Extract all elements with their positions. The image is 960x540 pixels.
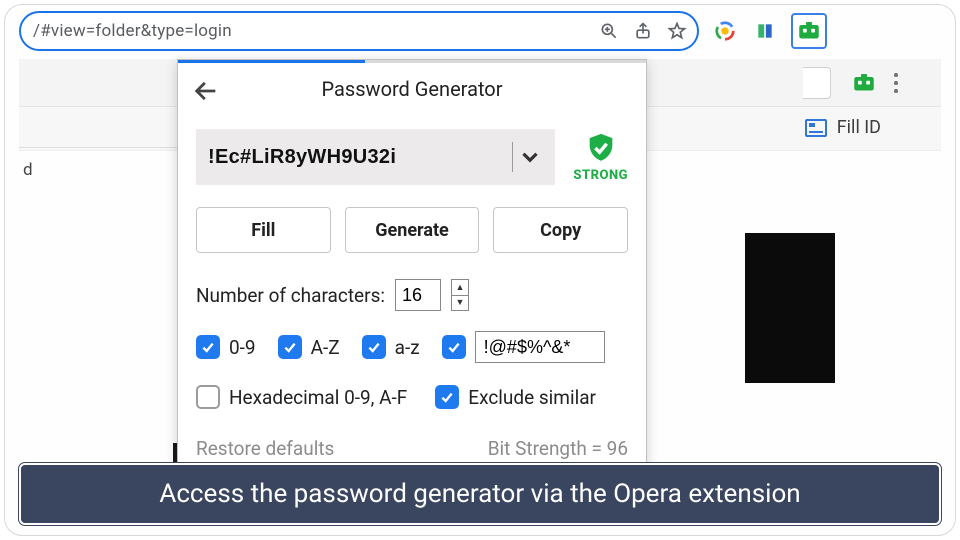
share-icon[interactable]: [633, 21, 653, 41]
left-column-fragment: d: [19, 147, 179, 171]
exclude-label: Exclude similar: [468, 386, 596, 409]
generated-password: !Ec#LiR8yWH9U32i: [208, 146, 504, 169]
hex-label: Hexadecimal 0-9, A-F: [229, 386, 407, 409]
generated-password-field[interactable]: !Ec#LiR8yWH9U32i: [196, 129, 555, 185]
more-menu-icon[interactable]: [885, 68, 907, 98]
checkbox-symbols[interactable]: [442, 335, 466, 359]
popup-title: Password Generator: [322, 77, 503, 101]
checkbox-upper[interactable]: [278, 335, 302, 359]
upper-label: A-Z: [311, 336, 340, 359]
fill-id-label: Fill ID: [837, 117, 881, 138]
extension-row: [711, 13, 827, 49]
roboform-extension-icon[interactable]: [791, 13, 827, 49]
password-generator-popup: Password Generator !Ec#LiR8yWH9U32i STRO…: [177, 59, 647, 479]
bit-strength-label: Bit Strength = 96: [488, 437, 628, 460]
lower-label: a-z: [395, 336, 420, 359]
symbols-input[interactable]: [475, 331, 605, 363]
roboform-toolbar-icon[interactable]: [851, 70, 877, 96]
url-text: /#view=folder&type=login: [33, 21, 585, 41]
chevron-down-icon[interactable]: [517, 144, 543, 170]
background-content-2: [745, 233, 835, 383]
extension-icon-2[interactable]: [751, 17, 779, 45]
numchar-stepper[interactable]: ▲ ▼: [451, 279, 469, 311]
digits-label: 0-9: [229, 336, 256, 359]
back-arrow-icon[interactable]: [192, 77, 220, 105]
numchar-input[interactable]: [395, 279, 441, 311]
stepper-up-icon: ▲: [452, 280, 468, 296]
popup-header: Password Generator: [178, 63, 646, 115]
fill-id-button[interactable]: Fill ID: [805, 117, 881, 138]
generate-button[interactable]: Generate: [345, 207, 480, 253]
search-field-edge[interactable]: [803, 67, 831, 99]
zoom-icon[interactable]: [599, 21, 619, 41]
restore-defaults-link[interactable]: Restore defaults: [196, 437, 334, 460]
shield-check-icon: [584, 131, 618, 165]
checkbox-hex[interactable]: [196, 385, 220, 409]
fill-button[interactable]: Fill: [196, 207, 331, 253]
checkbox-digits[interactable]: [196, 335, 220, 359]
address-bar[interactable]: /#view=folder&type=login: [19, 11, 699, 51]
strength-indicator: STRONG: [573, 131, 628, 183]
copy-button[interactable]: Copy: [493, 207, 628, 253]
numchar-label: Number of characters:: [196, 284, 385, 307]
strength-label: STRONG: [573, 168, 628, 183]
checkbox-exclude-similar[interactable]: [435, 385, 459, 409]
google-extension-icon[interactable]: [711, 17, 739, 45]
stepper-down-icon: ▼: [452, 296, 468, 311]
id-card-icon: [805, 119, 827, 137]
caption-banner: Access the password generator via the Op…: [19, 463, 941, 525]
checkbox-lower[interactable]: [362, 335, 386, 359]
bookmark-star-icon[interactable]: [667, 21, 687, 41]
